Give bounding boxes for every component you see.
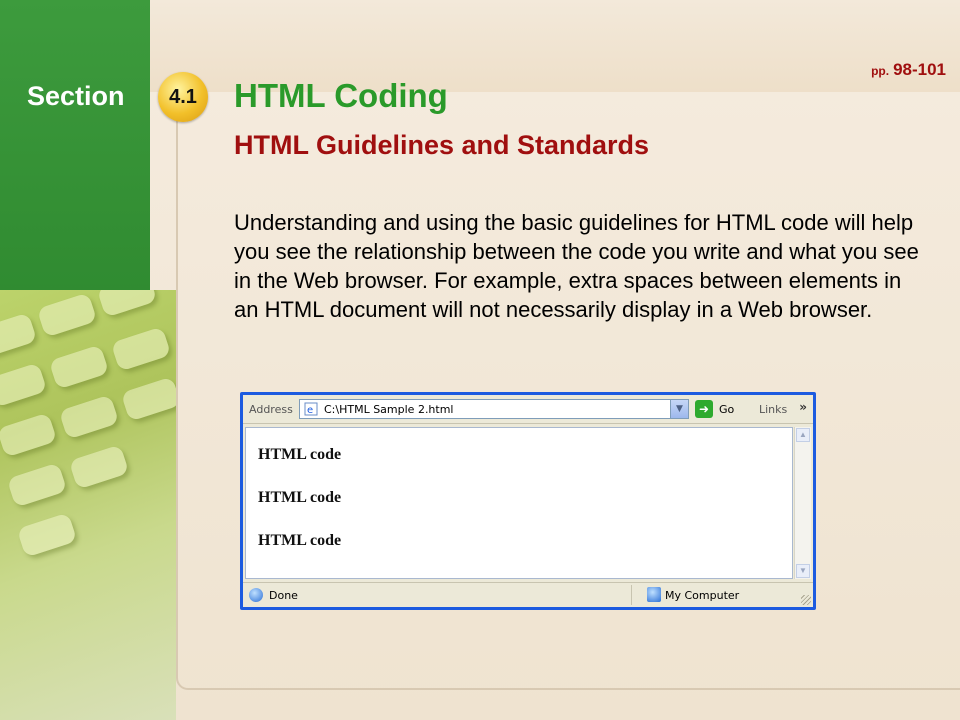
scroll-down-icon[interactable]: ▼ <box>796 564 810 578</box>
content-line: HTML code <box>258 446 342 463</box>
address-value: C:\HTML Sample 2.html <box>324 403 454 416</box>
chevron-down-icon[interactable]: ▼ <box>670 400 688 418</box>
browser-screenshot: Address e C:\HTML Sample 2.html ▼ ➜ Go L… <box>240 392 816 610</box>
slide: Section 4.1 pp. 98-101 HTML Coding HTML G… <box>0 0 960 720</box>
my-computer-icon <box>647 587 661 602</box>
content-line: HTML code <box>258 532 342 549</box>
browser-window: Address e C:\HTML Sample 2.html ▼ ➜ Go L… <box>243 395 813 607</box>
page-reference: pp. 98-101 <box>871 60 946 80</box>
ie-globe-icon <box>249 588 263 602</box>
scroll-up-icon[interactable]: ▲ <box>796 428 810 442</box>
address-input[interactable]: e C:\HTML Sample 2.html ▼ <box>299 399 689 419</box>
section-label: Section <box>27 81 125 111</box>
svg-text:e: e <box>307 405 313 416</box>
go-label: Go <box>719 403 735 416</box>
section-number-badge: 4.1 <box>158 72 208 122</box>
content-line: HTML code <box>258 489 342 506</box>
vertical-scrollbar[interactable]: ▲ ▼ <box>794 427 811 579</box>
address-label: Address <box>249 403 293 416</box>
slide-title: HTML Coding <box>234 77 448 114</box>
pages-prefix: pp. <box>871 64 890 78</box>
status-bar: Done My Computer <box>243 582 813 607</box>
zone-text: My Computer <box>665 589 740 602</box>
status-divider <box>631 585 632 605</box>
page-content: HTML code HTML code HTML code <box>245 427 793 579</box>
resize-grip[interactable] <box>801 595 811 605</box>
slide-subtitle: HTML Guidelines and Standards <box>234 130 650 160</box>
pages-range: 98-101 <box>893 60 946 79</box>
ie-page-icon: e <box>304 402 318 416</box>
more-chevron-icon[interactable]: » <box>799 400 807 414</box>
address-bar: Address e C:\HTML Sample 2.html ▼ ➜ Go L… <box>243 395 813 424</box>
body-paragraph: Understanding and using the basic guidel… <box>234 210 919 322</box>
status-text: Done <box>269 589 298 602</box>
links-button[interactable]: Links <box>759 403 787 416</box>
sidebar-green-bar <box>0 0 150 310</box>
green-arrow-icon: ➜ <box>695 400 713 418</box>
keyboard-image <box>0 290 176 720</box>
